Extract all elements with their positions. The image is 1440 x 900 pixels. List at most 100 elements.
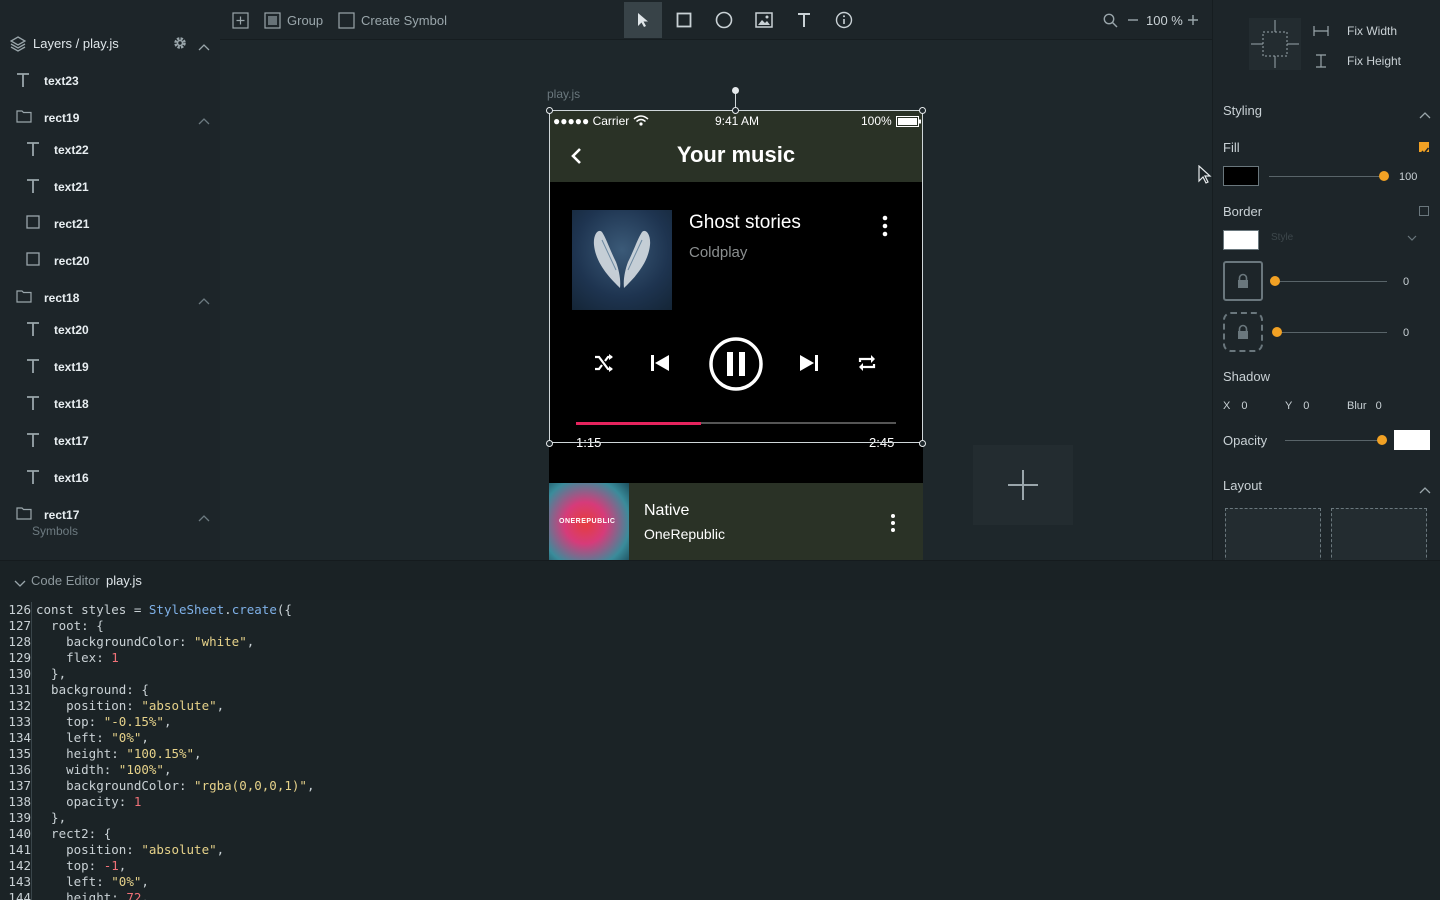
code-editor[interactable]: 126 127 128 129 130 131 132 133 134 135 136 137 138 1… [0,600,1440,900]
chevron-down-icon[interactable] [14,575,26,593]
code-line[interactable]: width: "100%", [36,762,314,778]
code-line[interactable]: }, [36,810,314,826]
shadow-color-swatch[interactable] [1394,430,1430,450]
fill-opacity-knob[interactable] [1379,171,1389,181]
shuffle-icon[interactable] [593,352,615,379]
group-button[interactable]: Group [264,0,323,40]
code-editor-header[interactable]: Code Editor play.js [0,560,1440,600]
opacity-slider[interactable] [1285,440,1387,441]
next-icon[interactable] [798,352,820,379]
layer-item-text18[interactable]: text18 [0,389,220,417]
code-line[interactable]: background: { [36,682,314,698]
code-line[interactable]: }, [36,666,314,682]
resize-handle-tl[interactable] [546,107,553,114]
corner-lock-box[interactable] [1223,312,1263,352]
code-line[interactable]: left: "0%", [36,874,314,890]
layer-item-rect21[interactable]: rect21 [0,209,220,237]
shadow-y-field[interactable]: Y 0 [1285,400,1309,418]
radius-lock-box[interactable] [1223,261,1263,301]
fill-checkbox[interactable] [1419,142,1430,155]
pause-button[interactable] [708,336,764,397]
code-line[interactable]: top: "-0.15%", [36,714,314,730]
code-line[interactable]: rect2: { [36,826,314,842]
code-line[interactable]: opacity: 1 [36,794,314,810]
code-line[interactable]: root: { [36,618,314,634]
chevron-up-icon[interactable] [198,38,210,56]
resize-handle-tr[interactable] [919,107,926,114]
artboard-name[interactable]: play.js [547,87,580,101]
code-line[interactable]: const styles = StyleSheet.create({ [36,602,314,618]
code-line[interactable]: backgroundColor: "white", [36,634,314,650]
code-line[interactable]: top: -1, [36,858,314,874]
shadow-blur-field[interactable]: Blur 0 [1347,400,1382,418]
chevron-up-icon[interactable] [198,292,210,310]
corner-value[interactable]: 0 [1403,327,1409,339]
zoom-search-button[interactable] [1103,0,1118,40]
layout-option-2[interactable] [1331,508,1427,560]
image-tool[interactable] [745,2,783,38]
symbols-section[interactable]: Symbols [10,524,78,538]
layer-item-text16[interactable]: text16 [0,463,220,491]
code-line[interactable]: height: 72, [36,890,314,900]
chevron-up-icon[interactable] [198,509,210,527]
layer-item-text19[interactable]: text19 [0,352,220,380]
layer-item-text20[interactable]: text20 [0,315,220,343]
select-tool[interactable] [624,2,662,38]
create-symbol-button[interactable]: Create Symbol [338,0,447,40]
layout-option-1[interactable] [1225,508,1321,560]
code-line[interactable]: left: "0%", [36,730,314,746]
layer-item-text22[interactable]: text22 [0,135,220,163]
text-tool[interactable] [785,2,823,38]
layer-item-rect20[interactable]: rect20 [0,246,220,274]
layer-item-rect18[interactable]: rect18 [0,283,220,311]
fill-opacity-slider[interactable] [1269,176,1387,177]
code-line[interactable]: position: "absolute", [36,698,314,714]
radius-slider[interactable] [1273,281,1387,282]
layer-item-text23[interactable]: text23 [0,66,220,94]
add-artboard-button[interactable] [973,445,1073,525]
layer-item-text21[interactable]: text21 [0,172,220,200]
border-checkbox[interactable] [1419,206,1429,216]
more-vert-icon[interactable] [877,214,893,243]
rectangle-tool[interactable] [665,2,703,38]
code-lines[interactable]: const styles = StyleSheet.create({ root:… [36,602,314,900]
chevron-up-icon[interactable] [198,112,210,130]
fix-width-toggle[interactable]: Fix Width [1313,24,1397,38]
design-canvas[interactable]: play.js ●●●●● Carrier 9:41 AM 100% Your … [220,40,1212,560]
shadow-x-field[interactable]: X 0 [1223,400,1248,418]
repeat-icon[interactable] [856,352,878,379]
corner-knob[interactable] [1272,327,1282,337]
code-line[interactable]: flex: 1 [36,650,314,666]
previous-icon[interactable] [649,352,671,379]
code-line[interactable]: position: "absolute", [36,842,314,858]
fill-opacity-value[interactable]: 100 [1399,171,1417,183]
border-color-swatch[interactable] [1223,230,1259,250]
corner-slider[interactable] [1277,332,1387,333]
zoom-out-button[interactable] [1126,0,1140,40]
code-line[interactable]: backgroundColor: "rgba(0,0,0,1)", [36,778,314,794]
code-line[interactable]: height: "100.15%", [36,746,314,762]
next-track-row[interactable]: ONEREPUBLIC Native OneRepublic [549,483,923,560]
fix-height-toggle[interactable]: Fix Height [1313,54,1401,68]
ellipse-tool[interactable] [705,2,743,38]
chevron-up-icon[interactable] [1419,481,1431,499]
fill-color-swatch[interactable] [1223,166,1259,186]
rotation-handle[interactable] [732,87,739,94]
resize-handle-left[interactable] [546,440,553,447]
layer-item-text17[interactable]: text17 [0,426,220,454]
constraints-widget[interactable] [1249,18,1301,70]
phone-artboard[interactable]: ●●●●● Carrier 9:41 AM 100% Your music Gh… [549,110,923,560]
more-vert-icon[interactable] [887,513,899,538]
progress-bar[interactable] [576,422,896,425]
radius-knob[interactable] [1270,276,1280,286]
resize-handle-top[interactable] [732,107,739,114]
layer-item-rect19[interactable]: rect19 [0,103,220,131]
gear-icon[interactable] [172,35,188,56]
radius-value[interactable]: 0 [1403,276,1409,288]
info-tool[interactable] [825,2,863,38]
add-frame-button[interactable] [232,0,249,40]
zoom-in-button[interactable] [1186,0,1200,40]
chevron-up-icon[interactable] [1419,106,1431,124]
opacity-knob[interactable] [1377,435,1387,445]
resize-handle-right[interactable] [919,440,926,447]
